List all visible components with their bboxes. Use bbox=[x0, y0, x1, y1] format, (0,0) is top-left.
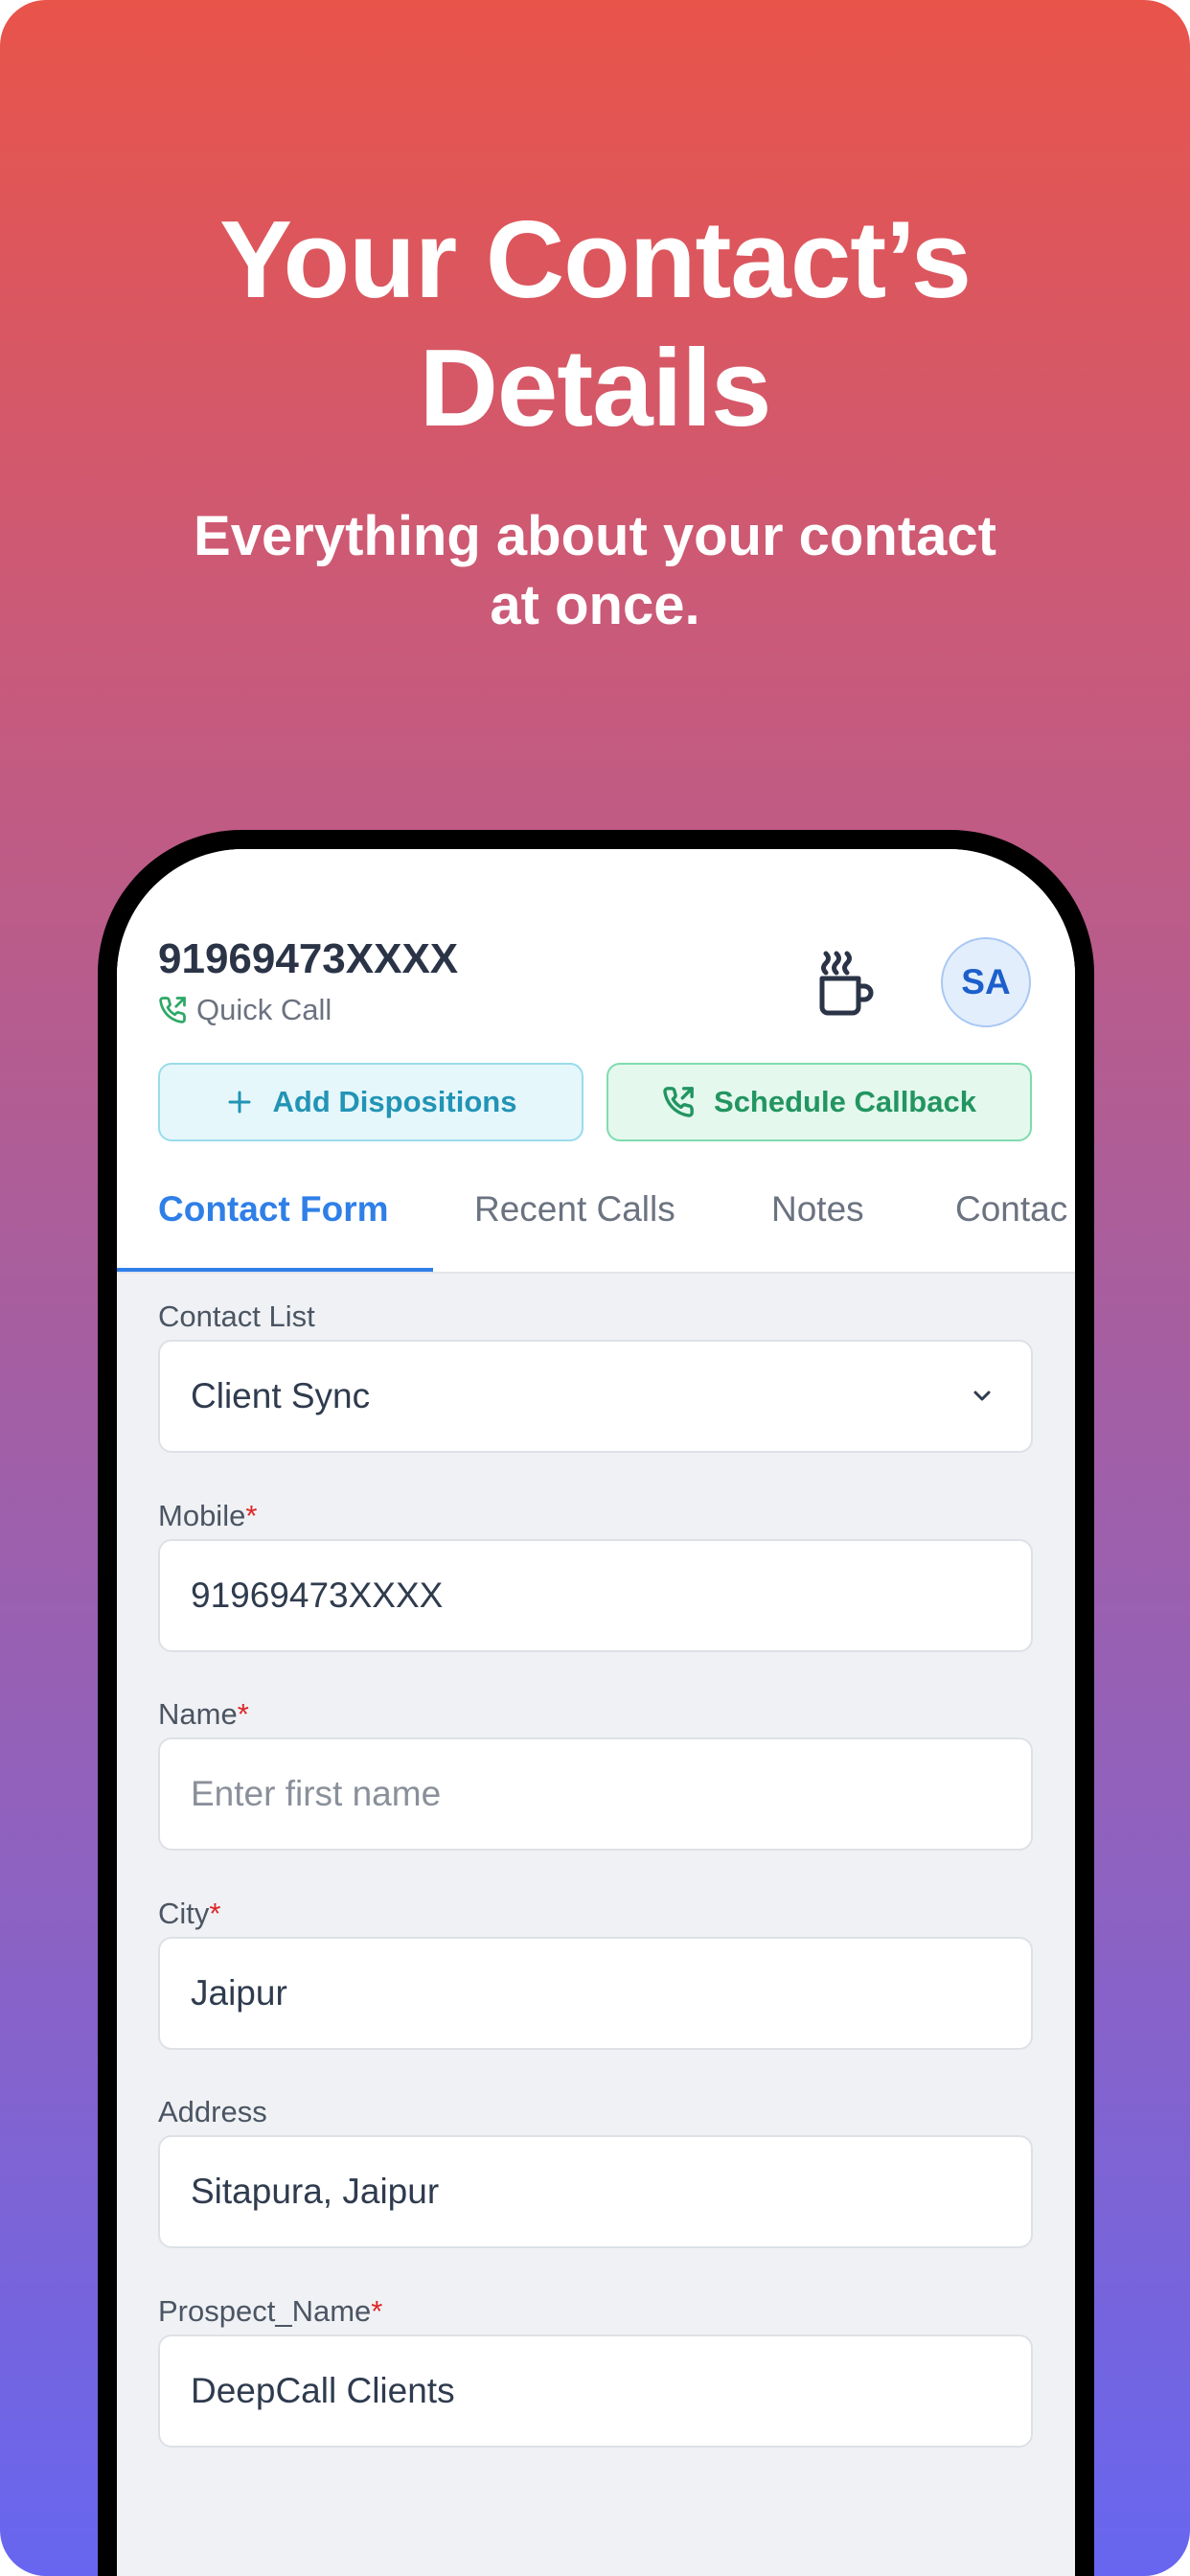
contact-list-value: Client Sync bbox=[191, 1376, 371, 1415]
name-placeholder: Enter first name bbox=[191, 1774, 442, 1813]
hero-subtitle: Everything about your contact at once. bbox=[144, 502, 1046, 640]
coffee-mug-icon[interactable] bbox=[816, 950, 876, 1017]
active-tab-indicator bbox=[117, 1268, 433, 1272]
phone-screen: 91969473XXXX Quick Call SA Add Dispositi… bbox=[117, 849, 1075, 2576]
tab-recent-calls[interactable]: Recent Calls bbox=[474, 1189, 675, 1230]
phone-frame: 91969473XXXX Quick Call SA Add Dispositi… bbox=[98, 830, 1094, 2576]
app-store-screenshot: Your Contact’s Details Everything about … bbox=[0, 0, 1190, 2576]
mobile-value: 91969473XXXX bbox=[191, 1576, 444, 1615]
name-label: Name* bbox=[158, 1697, 249, 1731]
add-dispositions-label: Add Dispositions bbox=[272, 1085, 517, 1118]
tab-contacts[interactable]: Contac bbox=[955, 1189, 1067, 1230]
city-label: City* bbox=[158, 1897, 221, 1930]
address-value: Sitapura, Jaipur bbox=[191, 2172, 440, 2211]
contact-phone-number: 91969473XXXX bbox=[158, 935, 459, 982]
hero-title-line-2: Details bbox=[419, 328, 772, 449]
plus-icon bbox=[228, 1091, 251, 1114]
add-dispositions-button[interactable]: Add Dispositions bbox=[158, 1063, 584, 1141]
phone-callback-icon bbox=[663, 1087, 694, 1117]
prospect-name-value: DeepCall Clients bbox=[191, 2371, 455, 2410]
prospect-name-field[interactable]: DeepCall Clients bbox=[158, 2334, 1033, 2448]
tab-contact-form[interactable]: Contact Form bbox=[158, 1189, 389, 1230]
contact-list-select[interactable]: Client Sync bbox=[158, 1340, 1033, 1453]
avatar[interactable]: SA bbox=[941, 937, 1031, 1027]
call-type: Quick Call bbox=[158, 993, 332, 1027]
schedule-callback-label: Schedule Callback bbox=[714, 1085, 976, 1118]
address-field[interactable]: Sitapura, Jaipur bbox=[158, 2135, 1033, 2248]
contact-list-label: Contact List bbox=[158, 1300, 315, 1333]
prospect-name-label: Prospect_Name* bbox=[158, 2294, 383, 2328]
mobile-field[interactable]: 91969473XXXX bbox=[158, 1539, 1033, 1652]
mobile-label: Mobile* bbox=[158, 1499, 258, 1532]
hero-subtitle-line-2: at once. bbox=[490, 574, 700, 636]
hero-subtitle-line-1: Everything about your contact bbox=[194, 505, 996, 567]
address-label: Address bbox=[158, 2095, 267, 2128]
schedule-callback-button[interactable]: Schedule Callback bbox=[606, 1063, 1032, 1141]
city-value: Jaipur bbox=[191, 1973, 287, 2012]
phone-outgoing-icon bbox=[159, 997, 186, 1024]
name-field[interactable]: Enter first name bbox=[158, 1737, 1033, 1851]
hero-title: Your Contact’s Details bbox=[0, 196, 1190, 453]
hero-title-line-1: Your Contact’s bbox=[218, 199, 972, 321]
city-field[interactable]: Jaipur bbox=[158, 1937, 1033, 2050]
tab-notes[interactable]: Notes bbox=[771, 1189, 864, 1230]
chevron-down-icon bbox=[973, 1391, 991, 1401]
call-type-label: Quick Call bbox=[196, 993, 332, 1026]
contact-header: 91969473XXXX Quick Call SA Add Dispositi… bbox=[117, 849, 1075, 1274]
tab-bar: Contact Form Recent Calls Notes Contac bbox=[117, 1189, 1075, 1272]
avatar-initials: SA bbox=[961, 962, 1011, 1001]
